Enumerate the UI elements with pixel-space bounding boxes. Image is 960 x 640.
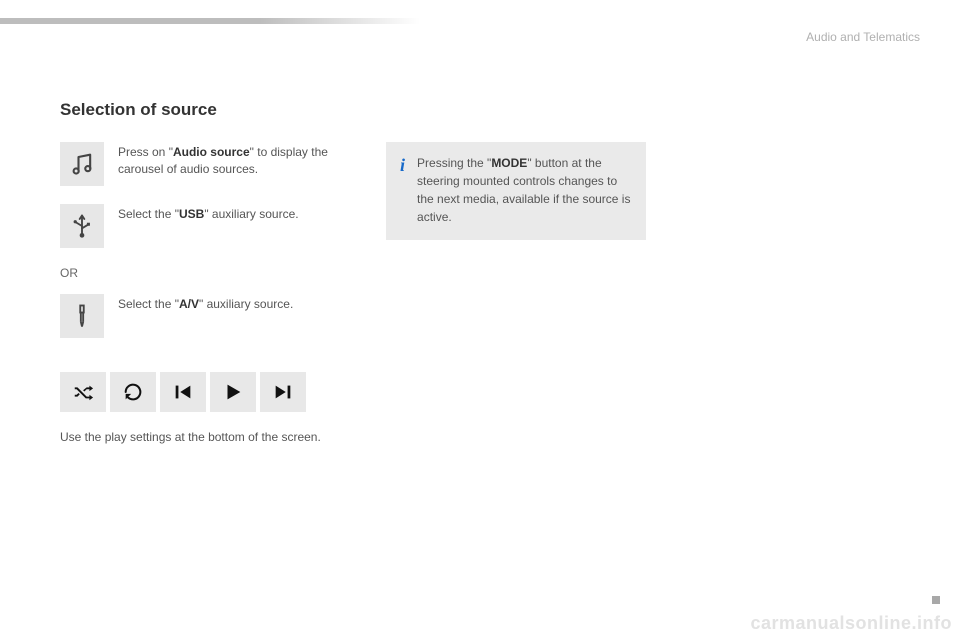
columns: Press on "Audio source" to display the c… (60, 142, 900, 444)
music-note-icon (60, 142, 104, 186)
step-usb-text: Select the "USB" auxiliary source. (118, 204, 299, 248)
page-content: Selection of source Press on "Audio sour… (60, 100, 900, 444)
watermark: carmanualsonline.info (750, 613, 952, 634)
step-av-text: Select the "A/V" auxiliary source. (118, 294, 293, 338)
text-bold: A/V (179, 297, 199, 311)
text-pre: Select the " (118, 207, 179, 221)
corner-square (932, 596, 940, 604)
text-pre: Pressing the " (417, 156, 491, 170)
footer-note: Use the play settings at the bottom of t… (60, 430, 350, 444)
shuffle-button[interactable] (60, 372, 106, 412)
info-box: i Pressing the "MODE" button at the stee… (386, 142, 646, 240)
text-bold: MODE (491, 156, 527, 170)
text-bold: Audio source (173, 145, 250, 159)
topbar-fade-segment (260, 18, 420, 24)
info-text: Pressing the "MODE" button at the steeri… (417, 154, 632, 226)
step-av: Select the "A/V" auxiliary source. (60, 294, 350, 338)
page-category: Audio and Telematics (806, 30, 920, 44)
step-audio-source: Press on "Audio source" to display the c… (60, 142, 350, 186)
usb-icon (60, 204, 104, 248)
topbar-grey-segment (0, 18, 260, 24)
next-button[interactable] (260, 372, 306, 412)
repeat-button[interactable] (110, 372, 156, 412)
text-pre: Select the " (118, 297, 179, 311)
play-controls (60, 372, 350, 412)
or-label: OR (60, 266, 350, 280)
topbar-decoration (0, 18, 940, 24)
info-icon: i (400, 156, 405, 226)
text-pre: Press on " (118, 145, 173, 159)
left-column: Press on "Audio source" to display the c… (60, 142, 350, 444)
section-title: Selection of source (60, 100, 900, 120)
av-jack-icon (60, 294, 104, 338)
step-audio-source-text: Press on "Audio source" to display the c… (118, 142, 350, 186)
step-usb: Select the "USB" auxiliary source. (60, 204, 350, 248)
text-bold: USB (179, 207, 204, 221)
text-post: " auxiliary source. (204, 207, 298, 221)
play-button[interactable] (210, 372, 256, 412)
right-column: i Pressing the "MODE" button at the stee… (386, 142, 646, 444)
previous-button[interactable] (160, 372, 206, 412)
text-post: " auxiliary source. (199, 297, 293, 311)
